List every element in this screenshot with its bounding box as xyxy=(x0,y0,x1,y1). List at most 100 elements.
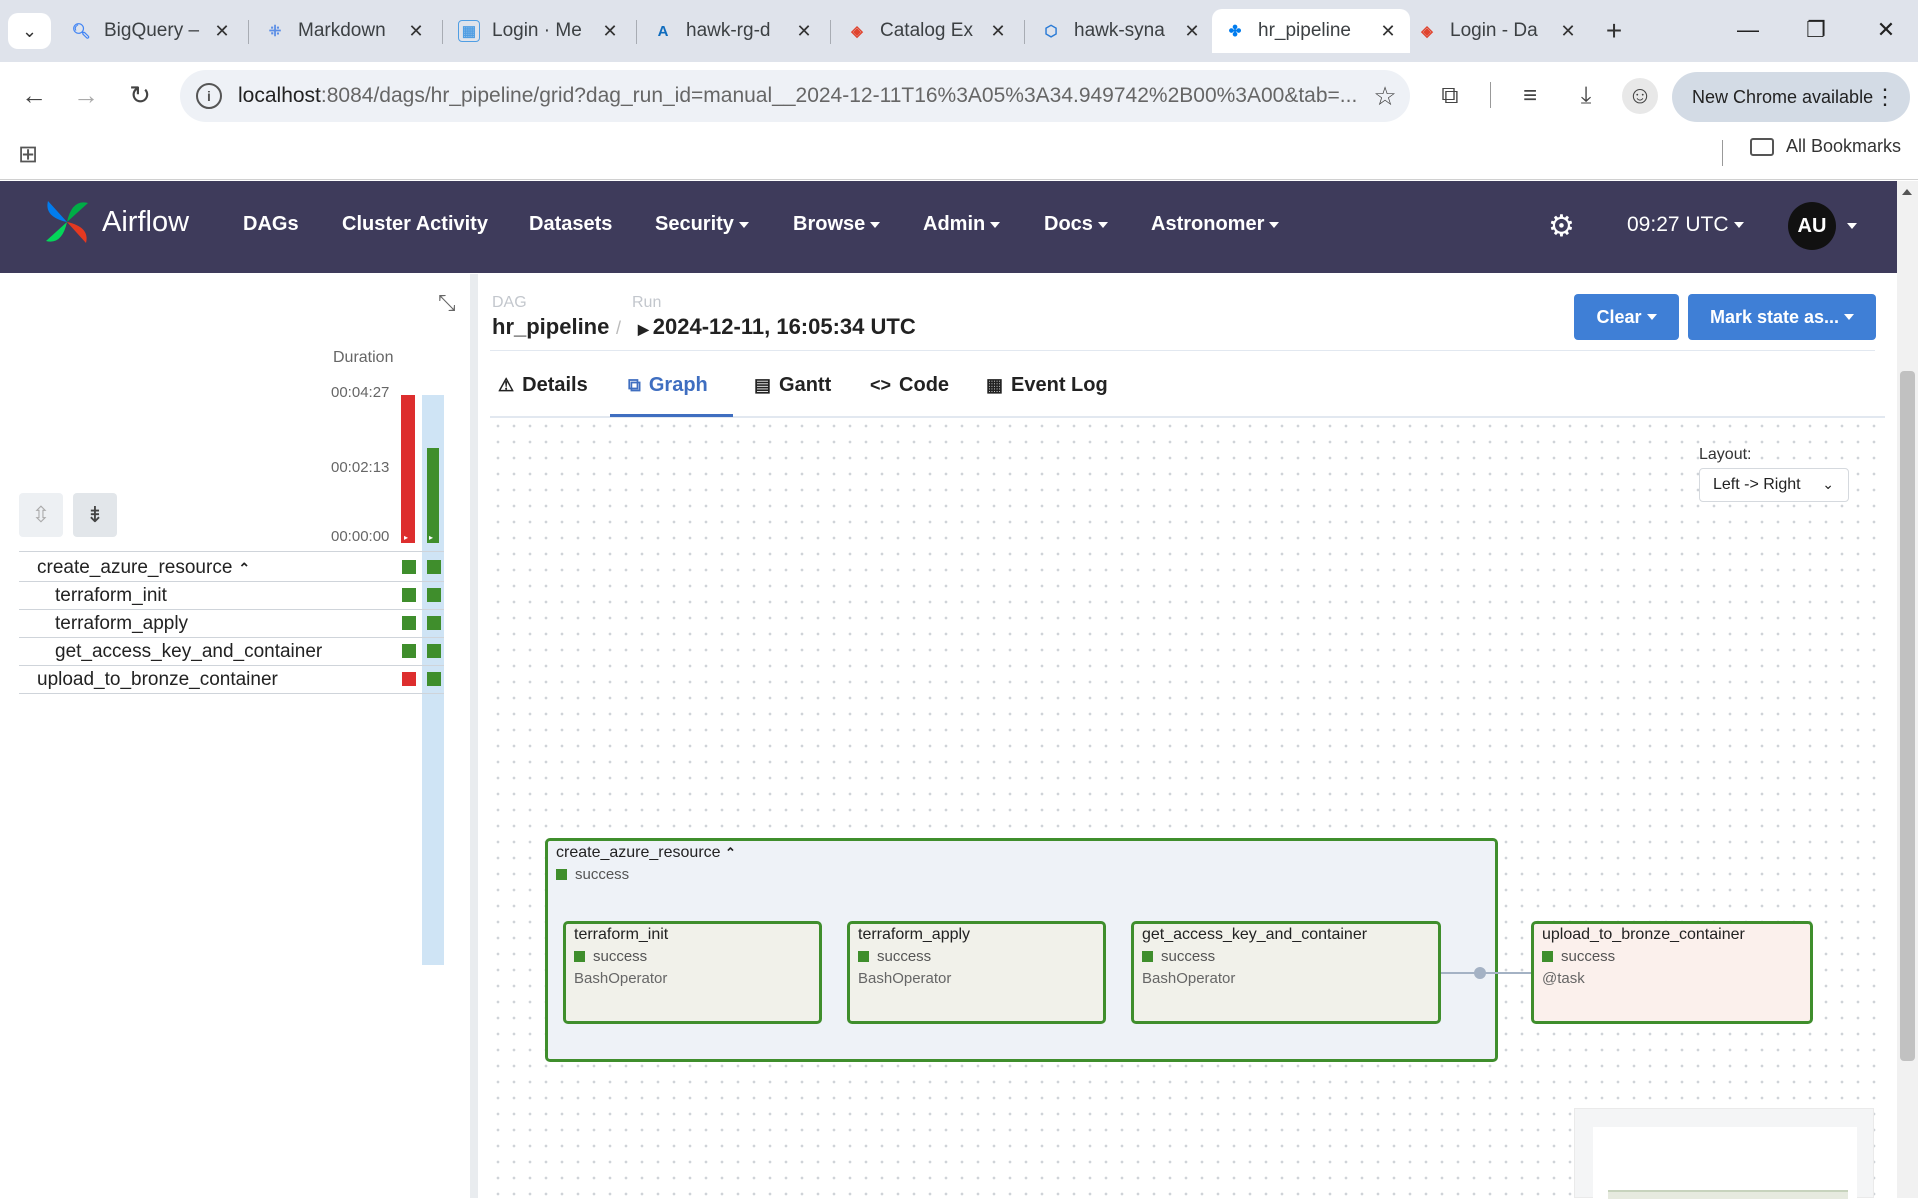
tab-label: Details xyxy=(522,374,588,396)
azure-icon: A xyxy=(657,22,669,40)
nav-security[interactable]: Security xyxy=(655,213,749,236)
close-window-button[interactable]: ✕ xyxy=(1860,8,1912,52)
airflow-logo[interactable]: Airflow xyxy=(40,195,189,249)
layout-select[interactable]: Left -> Right ⌄ xyxy=(1699,468,1849,502)
chevron-up-icon[interactable]: ⌃ xyxy=(725,845,736,860)
new-chrome-available-button[interactable]: New Chrome available ⋮ xyxy=(1672,72,1910,122)
minimize-button[interactable]: — xyxy=(1722,8,1774,52)
browser-tab-metabase[interactable]: ▦ Login · Me ✕ xyxy=(446,9,632,53)
nav-datasets[interactable]: Datasets xyxy=(529,213,612,236)
task-instance-success[interactable] xyxy=(402,560,416,574)
breadcrumb-run[interactable]: ▶ 2024-12-11, 16:05:34 UTC xyxy=(638,314,916,340)
browser-tab-catalog[interactable]: ◈ Catalog Ex ✕ xyxy=(834,9,1020,53)
graph-canvas[interactable]: Layout: Left -> Right ⌄ create_azure_res… xyxy=(490,418,1885,1199)
mark-state-button[interactable]: Mark state as... xyxy=(1688,294,1876,340)
close-icon[interactable]: ✕ xyxy=(988,21,1008,42)
bookmark-star-icon[interactable]: ☆ xyxy=(1360,81,1410,112)
media-controls-icon[interactable]: ≡ xyxy=(1512,78,1548,114)
task-instance-success[interactable] xyxy=(402,588,416,602)
task-node-get-access-key-and-container[interactable]: get_access_key_and_container success Bas… xyxy=(1131,921,1441,1024)
task-instance-failed[interactable] xyxy=(402,672,416,686)
download-icon[interactable]: ⤓ xyxy=(1568,78,1604,114)
restore-button[interactable]: ❐ xyxy=(1790,8,1842,52)
caret-down-icon xyxy=(1269,221,1280,228)
task-instance-success[interactable] xyxy=(427,644,441,658)
scroll-up-icon[interactable] xyxy=(1902,189,1912,195)
user-avatar[interactable]: AU xyxy=(1788,202,1836,250)
new-tab-button[interactable]: + xyxy=(1595,13,1633,49)
browser-tab-synapse[interactable]: ⬡ hawk-syna ✕ xyxy=(1028,9,1214,53)
task-row-upload-to-bronze-container[interactable]: upload_to_bronze_container xyxy=(19,666,444,694)
task-row-terraform-init[interactable]: terraform_init xyxy=(19,582,444,610)
time-display[interactable]: 09:27 UTC xyxy=(1627,213,1744,237)
close-icon[interactable]: ✕ xyxy=(600,21,620,42)
nav-cluster-activity[interactable]: Cluster Activity xyxy=(342,213,488,236)
close-icon[interactable]: ✕ xyxy=(794,21,814,42)
task-instance-success[interactable] xyxy=(427,560,441,574)
nav-docs[interactable]: Docs xyxy=(1044,213,1108,236)
task-row-create-azure-resource[interactable]: create_azure_resource ⌃ xyxy=(19,554,444,582)
address-bar[interactable]: i localhost:8084/dags/hr_pipeline/grid?d… xyxy=(180,70,1410,122)
close-icon[interactable]: ✕ xyxy=(212,21,232,42)
status-square xyxy=(1142,951,1153,962)
run-duration-bar-success[interactable] xyxy=(427,448,439,543)
duration-tick-zero: 00:00:00 xyxy=(331,528,390,545)
caret-down-icon xyxy=(1844,314,1855,320)
graph-minimap[interactable] xyxy=(1574,1108,1874,1199)
all-bookmarks-button[interactable]: All Bookmarks xyxy=(1750,136,1901,157)
nav-astronomer[interactable]: Astronomer xyxy=(1151,213,1280,236)
close-icon[interactable]: ✕ xyxy=(406,21,426,42)
clear-button[interactable]: Clear xyxy=(1574,294,1679,340)
nav-admin[interactable]: Admin xyxy=(923,213,1001,236)
apps-grid-icon[interactable]: ⊞ xyxy=(18,140,38,169)
close-icon[interactable]: ✕ xyxy=(1378,21,1398,42)
task-row-terraform-apply[interactable]: terraform_apply xyxy=(19,610,444,638)
scrollbar-thumb[interactable] xyxy=(1900,371,1915,1061)
group-title[interactable]: create_azure_resource ⌃ xyxy=(556,844,736,862)
databricks-icon: ◈ xyxy=(851,23,863,40)
page-scrollbar[interactable] xyxy=(1897,181,1918,1198)
caret-down-icon[interactable] xyxy=(1847,223,1857,229)
close-icon[interactable]: ✕ xyxy=(1182,21,1202,42)
task-node-terraform-init[interactable]: terraform_init success BashOperator xyxy=(563,921,822,1024)
collapse-all-button[interactable]: ⇟ xyxy=(73,493,117,537)
run-duration-bar-failed[interactable] xyxy=(401,395,415,543)
tab-gantt[interactable]: ▤ Gantt xyxy=(754,374,831,397)
chevron-up-icon[interactable]: ⌃ xyxy=(238,560,250,577)
task-instance-success[interactable] xyxy=(402,616,416,630)
tab-search-button[interactable]: ⌄ xyxy=(8,13,51,49)
browser-tab-bigquery[interactable]: 🔍︎ BigQuery – ✕ xyxy=(58,9,244,53)
tab-details[interactable]: ⚠ Details xyxy=(498,374,588,397)
task-instance-success[interactable] xyxy=(427,672,441,686)
back-button[interactable]: ← xyxy=(14,75,54,115)
duration-tick-max: 00:04:27 xyxy=(331,384,390,401)
gear-icon[interactable]: ⚙ xyxy=(1548,209,1575,244)
browser-tab-azure[interactable]: A hawk-rg-d ✕ xyxy=(640,9,826,53)
url-text[interactable]: localhost:8084/dags/hr_pipeline/grid?dag… xyxy=(238,84,1360,108)
browser-tab-login-databricks[interactable]: ◈ Login - Da ✕ xyxy=(1404,9,1590,53)
browser-tab-hr-pipeline[interactable]: ✤ hr_pipeline ✕ xyxy=(1212,9,1410,53)
reload-button[interactable]: ↻ xyxy=(120,75,160,115)
profile-avatar-icon[interactable]: ☺ xyxy=(1622,78,1658,114)
task-node-terraform-apply[interactable]: terraform_apply success BashOperator xyxy=(847,921,1106,1024)
forward-button[interactable]: → xyxy=(66,75,106,115)
browser-tab-markdown[interactable]: ⁜ Markdown ✕ xyxy=(252,9,438,53)
breadcrumb-dag-name[interactable]: hr_pipeline xyxy=(492,314,609,340)
tab-event-log[interactable]: ▦ Event Log xyxy=(986,374,1108,397)
task-name: terraform_init xyxy=(55,585,167,606)
task-instance-success[interactable] xyxy=(402,644,416,658)
expand-all-button[interactable]: ⇳ xyxy=(19,493,63,537)
nav-browse[interactable]: Browse xyxy=(793,213,881,236)
panel-resize-handle[interactable] xyxy=(470,274,478,1198)
task-instance-success[interactable] xyxy=(427,588,441,602)
tab-graph[interactable]: ⧉ Graph xyxy=(628,374,708,397)
task-instance-success[interactable] xyxy=(427,616,441,630)
site-info-icon[interactable]: i xyxy=(196,83,222,109)
nav-dags[interactable]: DAGs xyxy=(243,213,299,236)
tab-code[interactable]: <> Code xyxy=(870,374,949,397)
collapse-grid-icon[interactable]: ⤡ xyxy=(438,290,456,316)
task-row-get-access-key-and-container[interactable]: get_access_key_and_container xyxy=(19,638,444,666)
task-node-upload-to-bronze-container[interactable]: upload_to_bronze_container success @task xyxy=(1531,921,1813,1024)
extensions-icon[interactable]: ⧉ xyxy=(1432,78,1468,114)
close-icon[interactable]: ✕ xyxy=(1558,21,1578,42)
